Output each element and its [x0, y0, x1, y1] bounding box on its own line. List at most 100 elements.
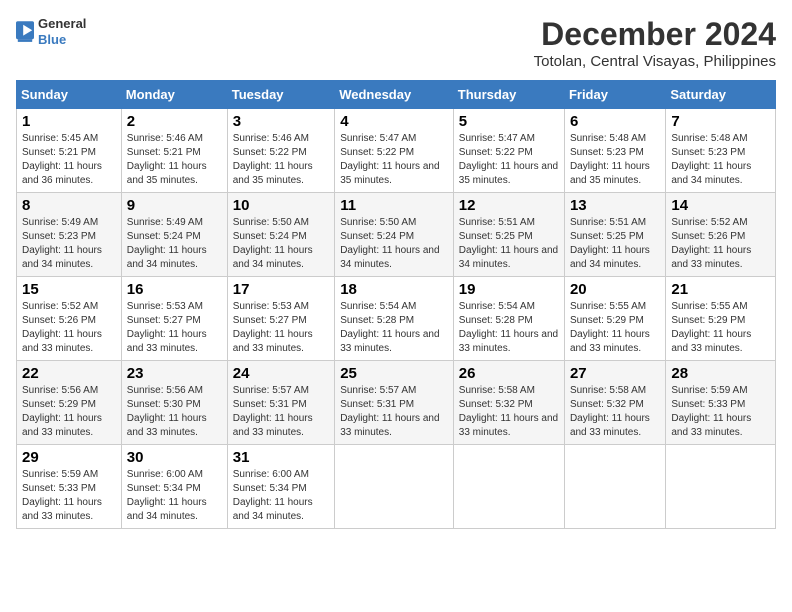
day-info: Sunrise: 5:47 AMSunset: 5:22 PMDaylight:…: [340, 133, 439, 186]
day-info: Sunrise: 5:51 AMSunset: 5:25 PMDaylight:…: [459, 217, 558, 270]
day-number: 9: [127, 197, 222, 214]
day-number: 21: [671, 281, 770, 298]
day-cell: 8 Sunrise: 5:49 AMSunset: 5:23 PMDaylight…: [17, 193, 122, 277]
day-cell: 5 Sunrise: 5:47 AMSunset: 5:22 PMDaylight…: [453, 109, 564, 193]
day-cell: [335, 445, 454, 529]
title-block: December 2024 Totolan, Central Visayas, …: [534, 16, 776, 70]
day-cell: 22 Sunrise: 5:56 AMSunset: 5:29 PMDayligh…: [17, 361, 122, 445]
day-number: 11: [340, 197, 448, 214]
day-number: 1: [22, 113, 116, 130]
day-info: Sunrise: 5:48 AMSunset: 5:23 PMDaylight:…: [671, 133, 751, 186]
day-cell: 16 Sunrise: 5:53 AMSunset: 5:27 PMDayligh…: [121, 277, 227, 361]
day-number: 5: [459, 113, 559, 130]
day-cell: 31 Sunrise: 6:00 AMSunset: 5:34 PMDayligh…: [227, 445, 334, 529]
day-cell: 2Sunrise: 5:46 AMSunset: 5:21 PMDaylight…: [121, 109, 227, 193]
week-row: 15 Sunrise: 5:52 AMSunset: 5:26 PMDayligh…: [17, 277, 776, 361]
logo: General Blue: [16, 16, 86, 47]
day-info: Sunrise: 5:52 AMSunset: 5:26 PMDaylight:…: [671, 217, 751, 270]
day-info: Sunrise: 5:58 AMSunset: 5:32 PMDaylight:…: [459, 385, 558, 438]
day-info: Sunrise: 5:50 AMSunset: 5:24 PMDaylight:…: [340, 217, 439, 270]
page-header: General Blue December 2024 Totolan, Cent…: [16, 16, 776, 70]
day-info: Sunrise: 5:57 AMSunset: 5:31 PMDaylight:…: [340, 385, 439, 438]
day-number: 30: [127, 449, 222, 466]
header-cell: Thursday: [453, 81, 564, 109]
day-number: 22: [22, 365, 116, 382]
day-cell: 6 Sunrise: 5:48 AMSunset: 5:23 PMDaylight…: [564, 109, 665, 193]
day-info: Sunrise: 5:59 AMSunset: 5:33 PMDaylight:…: [22, 469, 102, 522]
day-info: Sunrise: 5:51 AMSunset: 5:25 PMDaylight:…: [570, 217, 650, 270]
day-cell: 23Sunrise: 5:56 AMSunset: 5:30 PMDayligh…: [121, 361, 227, 445]
main-title: December 2024: [534, 16, 776, 53]
day-cell: 19 Sunrise: 5:54 AMSunset: 5:28 PMDayligh…: [453, 277, 564, 361]
day-number: 10: [233, 197, 329, 214]
day-cell: 29 Sunrise: 5:59 AMSunset: 5:33 PMDayligh…: [17, 445, 122, 529]
day-number: 24: [233, 365, 329, 382]
day-info: Sunrise: 5:52 AMSunset: 5:26 PMDaylight:…: [22, 301, 102, 354]
day-cell: 30Sunrise: 6:00 AMSunset: 5:34 PMDayligh…: [121, 445, 227, 529]
day-info: Sunrise: 5:48 AMSunset: 5:23 PMDaylight:…: [570, 133, 650, 186]
day-number: 31: [233, 449, 329, 466]
day-info: Sunrise: 5:57 AMSunset: 5:31 PMDaylight:…: [233, 385, 313, 438]
day-number: 25: [340, 365, 448, 382]
day-info: Sunrise: 5:56 AMSunset: 5:29 PMDaylight:…: [22, 385, 102, 438]
day-cell: 13Sunrise: 5:51 AMSunset: 5:25 PMDayligh…: [564, 193, 665, 277]
header-cell: Saturday: [666, 81, 776, 109]
week-row: 8 Sunrise: 5:49 AMSunset: 5:23 PMDaylight…: [17, 193, 776, 277]
day-cell: [453, 445, 564, 529]
day-info: Sunrise: 5:54 AMSunset: 5:28 PMDaylight:…: [459, 301, 558, 354]
header-cell: Wednesday: [335, 81, 454, 109]
logo-line1: General: [38, 16, 86, 32]
day-cell: 10 Sunrise: 5:50 AMSunset: 5:24 PMDayligh…: [227, 193, 334, 277]
day-cell: 11 Sunrise: 5:50 AMSunset: 5:24 PMDayligh…: [335, 193, 454, 277]
day-cell: 12 Sunrise: 5:51 AMSunset: 5:25 PMDayligh…: [453, 193, 564, 277]
logo-icon: [16, 21, 34, 43]
day-info: Sunrise: 5:47 AMSunset: 5:22 PMDaylight:…: [459, 133, 558, 186]
header-cell: Friday: [564, 81, 665, 109]
day-number: 27: [570, 365, 660, 382]
header-cell: Tuesday: [227, 81, 334, 109]
day-cell: 24 Sunrise: 5:57 AMSunset: 5:31 PMDayligh…: [227, 361, 334, 445]
day-cell: 26Sunrise: 5:58 AMSunset: 5:32 PMDayligh…: [453, 361, 564, 445]
day-cell: 1 Sunrise: 5:45 AMSunset: 5:21 PMDaylight…: [17, 109, 122, 193]
day-number: 20: [570, 281, 660, 298]
day-number: 7: [671, 113, 770, 130]
day-cell: 15 Sunrise: 5:52 AMSunset: 5:26 PMDayligh…: [17, 277, 122, 361]
day-cell: 18Sunrise: 5:54 AMSunset: 5:28 PMDayligh…: [335, 277, 454, 361]
day-number: 12: [459, 197, 559, 214]
logo-line2: Blue: [38, 32, 86, 48]
day-info: Sunrise: 6:00 AMSunset: 5:34 PMDaylight:…: [233, 469, 313, 522]
day-number: 4: [340, 113, 448, 130]
day-cell: 28Sunrise: 5:59 AMSunset: 5:33 PMDayligh…: [666, 361, 776, 445]
week-row: 29 Sunrise: 5:59 AMSunset: 5:33 PMDayligh…: [17, 445, 776, 529]
week-row: 1 Sunrise: 5:45 AMSunset: 5:21 PMDaylight…: [17, 109, 776, 193]
week-row: 22 Sunrise: 5:56 AMSunset: 5:29 PMDayligh…: [17, 361, 776, 445]
subtitle: Totolan, Central Visayas, Philippines: [534, 53, 776, 70]
day-cell: 14 Sunrise: 5:52 AMSunset: 5:26 PMDayligh…: [666, 193, 776, 277]
day-info: Sunrise: 5:49 AMSunset: 5:24 PMDaylight:…: [127, 217, 207, 270]
day-number: 19: [459, 281, 559, 298]
day-cell: 4 Sunrise: 5:47 AMSunset: 5:22 PMDaylight…: [335, 109, 454, 193]
day-number: 28: [671, 365, 770, 382]
day-info: Sunrise: 5:49 AMSunset: 5:23 PMDaylight:…: [22, 217, 102, 270]
day-cell: 20Sunrise: 5:55 AMSunset: 5:29 PMDayligh…: [564, 277, 665, 361]
day-number: 29: [22, 449, 116, 466]
day-number: 6: [570, 113, 660, 130]
day-number: 17: [233, 281, 329, 298]
day-info: Sunrise: 5:45 AMSunset: 5:21 PMDaylight:…: [22, 133, 102, 186]
day-number: 16: [127, 281, 222, 298]
day-number: 8: [22, 197, 116, 214]
day-info: Sunrise: 5:53 AMSunset: 5:27 PMDaylight:…: [233, 301, 313, 354]
day-info: Sunrise: 5:55 AMSunset: 5:29 PMDaylight:…: [671, 301, 751, 354]
day-number: 14: [671, 197, 770, 214]
day-cell: 9 Sunrise: 5:49 AMSunset: 5:24 PMDaylight…: [121, 193, 227, 277]
day-info: Sunrise: 5:50 AMSunset: 5:24 PMDaylight:…: [233, 217, 313, 270]
day-cell: 25 Sunrise: 5:57 AMSunset: 5:31 PMDayligh…: [335, 361, 454, 445]
day-cell: 7 Sunrise: 5:48 AMSunset: 5:23 PMDaylight…: [666, 109, 776, 193]
day-cell: 27 Sunrise: 5:58 AMSunset: 5:32 PMDayligh…: [564, 361, 665, 445]
day-info: Sunrise: 5:46 AMSunset: 5:21 PMDaylight:…: [127, 133, 207, 186]
day-cell: [666, 445, 776, 529]
day-info: Sunrise: 5:53 AMSunset: 5:27 PMDaylight:…: [127, 301, 207, 354]
day-number: 15: [22, 281, 116, 298]
header-cell: Sunday: [17, 81, 122, 109]
day-info: Sunrise: 5:58 AMSunset: 5:32 PMDaylight:…: [570, 385, 650, 438]
